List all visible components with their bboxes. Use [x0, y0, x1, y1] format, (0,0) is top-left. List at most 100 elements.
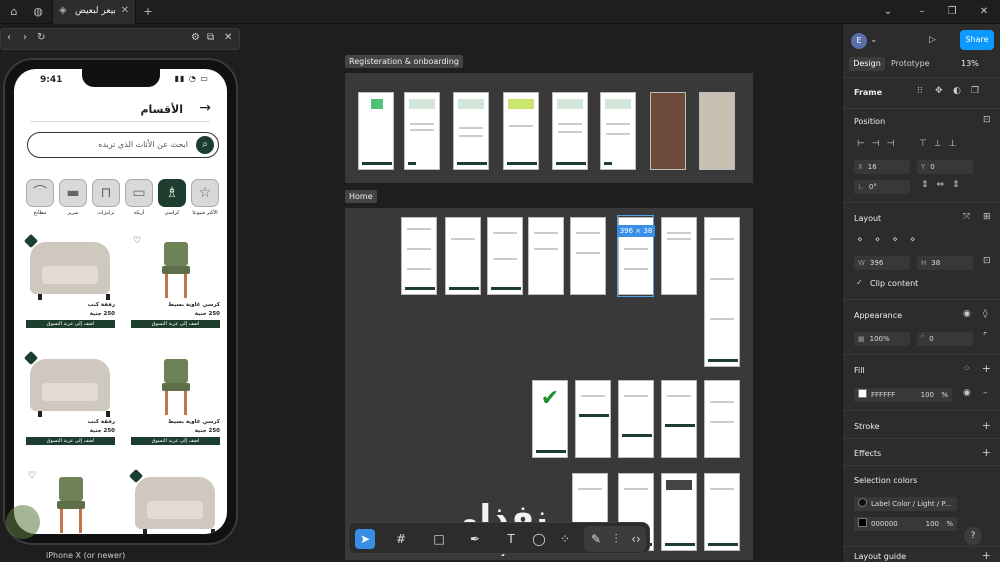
frame-thumbnail[interactable] — [704, 473, 740, 551]
height-field[interactable]: H 38 — [917, 256, 973, 270]
minimize-icon[interactable]: – — [914, 4, 930, 20]
add-effect-icon[interactable]: + — [982, 446, 991, 459]
x-field[interactable]: X 16 — [854, 160, 910, 174]
selection-color-2[interactable]: 000000 100% — [854, 517, 957, 531]
add-layout-guide-icon[interactable]: + — [982, 549, 991, 562]
add-to-cart-button[interactable]: اضف إلى عربة التسوق — [26, 320, 115, 328]
product-card[interactable]: كرسي غاوية بسيط 250 جنية اضف إلى عربة ال… — [129, 351, 222, 455]
section-label[interactable]: Registeration & onboarding — [345, 55, 463, 68]
grid-icon[interactable]: ⁝⁝ — [917, 86, 923, 96]
align-horizontal-icons[interactable]: ⊢⊣⊣ — [857, 139, 902, 149]
text-tool-icon[interactable]: T — [501, 529, 521, 549]
heart-icon[interactable]: ♡ — [133, 236, 141, 246]
back-icon[interactable]: ‹ — [7, 32, 11, 43]
file-tab[interactable]: ◈ بيعر لبعيض ✕ — [52, 0, 136, 24]
add-to-cart-button[interactable]: اضف إلى عربة التسوق — [131, 437, 220, 445]
avatar[interactable]: E — [851, 33, 867, 49]
constraints-icon[interactable]: ⊡ — [983, 115, 991, 125]
product-card[interactable]: رفقة كنب 250 جنية اضف إلى عربة التسوق — [23, 350, 117, 455]
selection-color-1[interactable]: Label Color / Light / P... — [854, 497, 957, 511]
add-to-cart-button[interactable]: اضف إلى عربة التسوق — [26, 437, 115, 445]
search-bar[interactable]: ابحث عن الأثاث الذي تريده ⌕ — [27, 132, 219, 158]
help-button[interactable]: ? — [964, 527, 982, 545]
align-vertical-icons[interactable]: ⊤⊥⊥ — [919, 139, 964, 149]
frame-thumbnail[interactable] — [699, 92, 735, 170]
refresh-icon[interactable]: ↻ — [37, 32, 45, 43]
product-card[interactable]: ♡ كرسي غاوية بسيط 250 جنية اضف إلى عربة … — [129, 234, 222, 338]
remove-icon[interactable]: – — [983, 388, 988, 398]
frame-thumbnail[interactable] — [358, 92, 394, 170]
frame-thumbnail[interactable]: ✔ — [532, 380, 568, 458]
zoom-level[interactable]: 13% — [961, 59, 979, 68]
opacity-field[interactable]: ▦ 100% — [854, 332, 910, 346]
settings-icon[interactable]: ⚙ — [191, 32, 200, 43]
resizing-icons[interactable]: ⋄⋄⋄⋄ — [857, 235, 928, 245]
checkbox-icon[interactable]: ✓ — [856, 278, 863, 287]
radius-field[interactable]: ⌜ 0 — [917, 332, 973, 346]
close-icon[interactable]: ✕ — [976, 4, 992, 20]
frame-thumbnail[interactable] — [600, 92, 636, 170]
y-field[interactable]: Y0 — [917, 160, 973, 174]
globe-icon[interactable]: ◍ — [30, 4, 46, 20]
star-icon[interactable]: ☆ — [191, 179, 219, 207]
table-icon[interactable]: ⊓ — [92, 179, 120, 207]
component-icon[interactable]: ✥ — [935, 86, 943, 96]
add-fill-icon[interactable]: + — [982, 362, 991, 375]
frame-thumbnail[interactable] — [453, 92, 489, 170]
comment-tool-icon[interactable]: ◯ — [529, 529, 549, 549]
search-input[interactable]: ابحث عن الأثاث الذي تريده — [98, 140, 188, 149]
visibility-icon[interactable]: ◉ — [963, 388, 971, 398]
frame-thumbnail[interactable] — [704, 380, 740, 458]
frame-thumbnail[interactable] — [575, 380, 611, 458]
rectangle-tool-icon[interactable]: □ — [429, 529, 449, 549]
frame-thumbnail[interactable] — [661, 380, 697, 458]
forward-icon[interactable]: › — [23, 32, 27, 43]
tab-prototype[interactable]: Prototype — [891, 59, 930, 68]
sofa-icon[interactable]: ▭ — [125, 179, 153, 207]
frame-thumbnail[interactable] — [661, 473, 697, 551]
app-screen[interactable]: 9:41 ▮▮ ◔ ▭ الأقسام → ابحث عن الأثاث الذ… — [14, 69, 227, 534]
product-card[interactable]: رفقة كنب 250 جنية اضف إلى عربة التسوق — [23, 233, 117, 338]
chair-icon[interactable]: ♗ — [158, 179, 186, 207]
chevron-down-icon[interactable]: ⌄ — [880, 4, 896, 20]
section-home[interactable]: ✔ — [345, 208, 753, 560]
section-onboarding[interactable] — [345, 73, 753, 183]
add-stroke-icon[interactable]: + — [982, 419, 991, 432]
width-field[interactable]: W 396 — [854, 256, 910, 270]
frame-thumbnail[interactable] — [487, 217, 523, 295]
move-tool-icon[interactable]: ➤ — [355, 529, 375, 549]
heart-icon[interactable]: ♡ — [28, 471, 36, 481]
flip-icons[interactable]: ⇕⇔⇕ — [921, 180, 968, 190]
section-label[interactable]: Home — [345, 190, 377, 203]
new-tab-icon[interactable]: + — [140, 4, 156, 20]
present-icon[interactable]: ▷ — [929, 35, 936, 45]
restore-icon[interactable]: ❐ — [944, 4, 960, 20]
frame-thumbnail[interactable] — [618, 380, 654, 458]
share-button[interactable]: Share — [960, 30, 994, 50]
frame-thumbnail[interactable] — [401, 217, 437, 295]
rotation-field[interactable]: ∟ 0° — [854, 180, 910, 194]
bed-icon[interactable]: ▬ — [59, 179, 87, 207]
home-icon[interactable]: ⌂ — [6, 4, 22, 20]
pen-tool-icon[interactable]: ✒ — [465, 529, 485, 549]
corner-icon[interactable]: ⌜ — [983, 332, 987, 342]
frame-thumbnail[interactable] — [445, 217, 481, 295]
eye-icon[interactable]: ◉ — [963, 309, 971, 319]
frame-thumbnail[interactable] — [661, 217, 697, 295]
blend-icon[interactable]: ◊ — [983, 309, 987, 319]
auto-layout-icon[interactable]: ⤧ — [963, 212, 970, 222]
resize-icon[interactable]: ⊡ — [983, 256, 991, 266]
tab-design[interactable]: Design — [849, 57, 885, 71]
lamp-icon[interactable]: ⌒ — [26, 179, 54, 207]
arrow-right-icon[interactable]: → — [199, 100, 211, 116]
frame-thumbnail[interactable] — [528, 217, 564, 295]
chevron-down-icon[interactable]: ⌄ — [870, 35, 878, 45]
draw-icon[interactable]: ✎ — [586, 529, 606, 549]
grid-layout-icon[interactable]: ⊞ — [983, 212, 991, 222]
dev-mode-icon[interactable]: ⫶ — [606, 529, 626, 549]
frame-thumbnail[interactable] — [503, 92, 539, 170]
styles-icon[interactable]: ⁘ — [963, 364, 971, 374]
components-icon[interactable]: ⁘ — [555, 529, 575, 549]
frame-thumbnail[interactable] — [404, 92, 440, 170]
search-icon[interactable]: ⌕ — [196, 136, 214, 154]
